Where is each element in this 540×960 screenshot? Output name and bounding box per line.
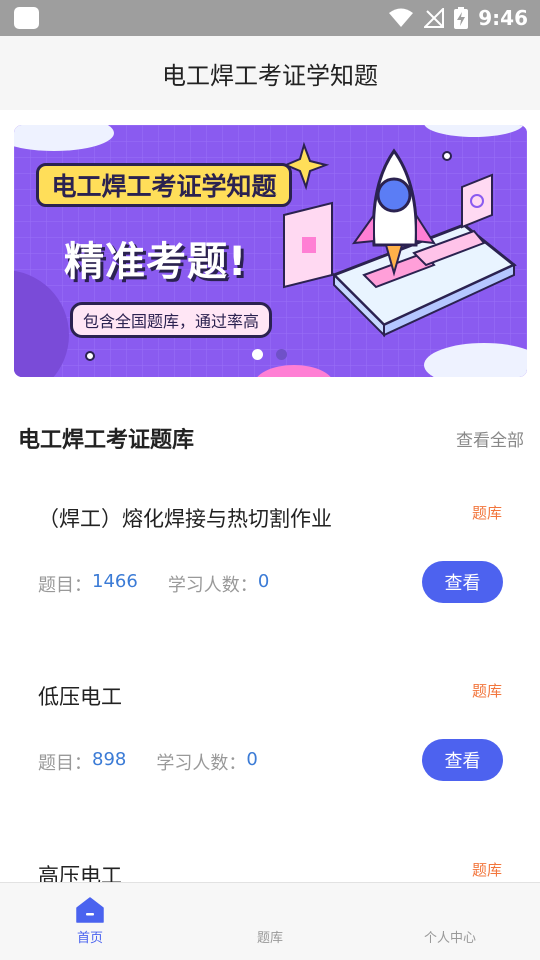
card-tag: 题库 bbox=[471, 861, 502, 879]
home-icon bbox=[76, 897, 104, 923]
learners-label: 学习人数： bbox=[156, 753, 247, 774]
app-notification-icon bbox=[14, 7, 39, 29]
card-stats: 题目： 1466 学习人数： 0 bbox=[38, 571, 269, 597]
question-bank-card[interactable]: 高压电工 题库 bbox=[0, 845, 540, 882]
wifi-icon bbox=[389, 8, 414, 27]
questions-count: 1466 bbox=[92, 571, 138, 592]
banner-title: 电工焊工考证学知题 bbox=[36, 163, 292, 207]
status-time: 9:46 bbox=[478, 6, 528, 30]
card-tag: 题库 bbox=[471, 682, 502, 700]
status-bar: 9:46 bbox=[0, 0, 540, 36]
nav-label-profile: 个人中心 bbox=[423, 931, 476, 946]
learners-label: 学习人数： bbox=[167, 575, 258, 596]
page-title: 电工焊工考证学知题 bbox=[162, 61, 378, 90]
nav-item-profile[interactable]: 个人中心 bbox=[360, 883, 540, 960]
view-button[interactable]: 查看 bbox=[422, 561, 503, 603]
card-stats: 题目： 898 学习人数： 0 bbox=[38, 749, 258, 775]
view-all-link[interactable]: 查看全部 bbox=[456, 426, 524, 451]
question-bank-card[interactable]: 低压电工 题库 题目： 898 学习人数： 0 查看 bbox=[0, 666, 540, 826]
learners-count: 0 bbox=[246, 749, 258, 770]
nav-item-question-bank[interactable]: 题库 bbox=[180, 883, 360, 960]
battery-charging-icon bbox=[454, 7, 469, 29]
carousel-dot-active[interactable] bbox=[252, 349, 263, 360]
promo-banner[interactable]: 电工焊工考证学知题 精准考题! 包含全国题库，通过率高 bbox=[14, 125, 527, 377]
nav-label-question-bank: 题库 bbox=[256, 931, 283, 946]
card-title: （焊工）熔化焊接与热切割作业 bbox=[38, 507, 332, 531]
questions-count: 898 bbox=[92, 749, 127, 770]
card-title: 高压电工 bbox=[38, 864, 122, 882]
nav-item-home[interactable]: 首页 bbox=[0, 883, 180, 960]
bottom-nav: 首页 题库 个人中心 bbox=[0, 882, 540, 960]
questions-label: 题目： bbox=[38, 575, 92, 596]
app-bar: 电工焊工考证学知题 bbox=[0, 36, 540, 110]
banner-chip: 包含全国题库，通过率高 bbox=[70, 302, 273, 338]
question-bank-card[interactable]: （焊工）熔化焊接与热切割作业 题库 题目： 1466 学习人数： 0 查看 bbox=[0, 488, 540, 648]
banner-headline: 精准考题! bbox=[64, 239, 248, 285]
status-indicators: 9:46 bbox=[388, 0, 528, 36]
no-signal-icon bbox=[424, 8, 445, 28]
section-title: 电工焊工考证题库 bbox=[18, 428, 195, 453]
questions-label: 题目： bbox=[38, 753, 92, 774]
card-tag: 题库 bbox=[471, 504, 502, 522]
card-title: 低压电工 bbox=[38, 685, 122, 709]
learners-count: 0 bbox=[257, 571, 270, 592]
view-button[interactable]: 查看 bbox=[422, 739, 503, 781]
nav-label-home: 首页 bbox=[76, 931, 103, 946]
carousel-dot[interactable] bbox=[276, 349, 287, 360]
